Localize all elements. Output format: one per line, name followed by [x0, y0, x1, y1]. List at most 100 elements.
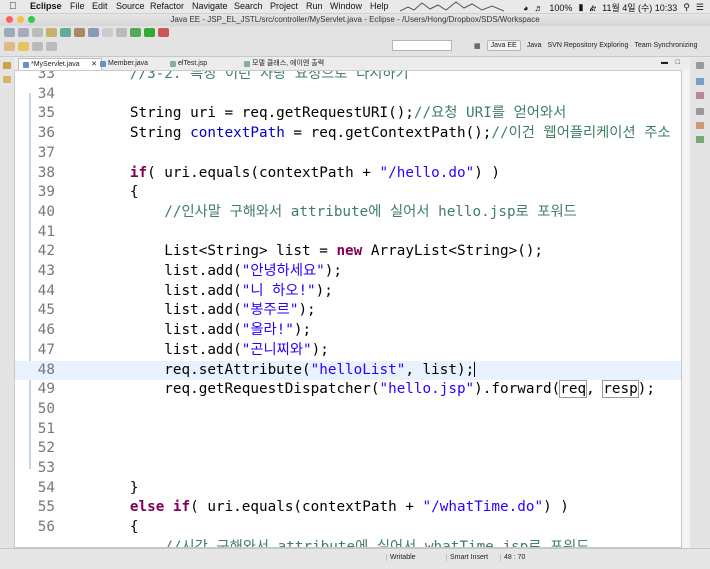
input-source-icon[interactable]: ᎈ: [589, 2, 596, 14]
editor-tabs: *MyServlet.java ✕ Member.java elTest.jsp…: [14, 58, 682, 70]
save-all-icon[interactable]: [32, 28, 43, 37]
restore-bottom-icon[interactable]: [696, 108, 704, 115]
back-icon[interactable]: [32, 42, 43, 51]
code-line[interactable]: 55 else if( uri.equals(contextPath + "/w…: [15, 498, 681, 517]
markers-view-icon[interactable]: [696, 122, 704, 129]
perspective-team-sync[interactable]: Team Synchronizing: [634, 42, 697, 49]
code-token: "곤니찌와": [241, 341, 312, 358]
code-line[interactable]: 35 String uri = req.getRequestURI();//요청…: [15, 104, 681, 123]
code-line[interactable]: 53: [15, 459, 681, 478]
code-line[interactable]: 45 list.add("봉주르");: [15, 301, 681, 320]
code-line[interactable]: 47 list.add("곤니찌와");: [15, 341, 681, 360]
code-line[interactable]: 51: [15, 420, 681, 439]
code-token: "안녕하세요": [241, 263, 325, 279]
code-token: "helloList": [310, 361, 406, 378]
window-titlebar: Java EE - JSP_EL_JSTL/src/controller/MyS…: [0, 14, 710, 26]
code-line[interactable]: 56 {: [15, 518, 681, 537]
folder-icon[interactable]: [18, 42, 29, 51]
volume-icon[interactable]: ♬: [534, 3, 543, 13]
apple-menu-icon[interactable]: : [9, 1, 17, 12]
code-token: list.add(: [61, 282, 242, 299]
search-icon[interactable]: [88, 28, 99, 37]
code-line[interactable]: 36 String contextPath = req.getContextPa…: [15, 124, 681, 143]
menu-window[interactable]: Window: [330, 1, 362, 11]
tab-eltest[interactable]: elTest.jsp: [166, 58, 211, 69]
menu-search[interactable]: Search: [234, 1, 263, 11]
menu-run[interactable]: Run: [306, 1, 323, 11]
quick-access-input[interactable]: [392, 40, 452, 51]
code-line[interactable]: 34: [15, 85, 681, 104]
servers-view-icon[interactable]: [696, 136, 704, 143]
open-type-icon[interactable]: [74, 28, 85, 37]
code-line[interactable]: 50: [15, 400, 681, 419]
menu-file[interactable]: File: [70, 1, 85, 11]
code-line[interactable]: 44 list.add("니 하오!");: [15, 282, 681, 301]
tab-model-class[interactable]: 모델 클래스, 에이엔 출력: [240, 58, 328, 69]
code-line[interactable]: 37: [15, 144, 681, 163]
menu-source[interactable]: Source: [116, 1, 145, 11]
outline-view-icon[interactable]: [696, 78, 704, 85]
tab-myservlet[interactable]: *MyServlet.java ✕: [18, 58, 102, 70]
line-number: 33: [37, 70, 55, 82]
menu-project[interactable]: Project: [270, 1, 298, 11]
notification-icon[interactable]: ☰: [696, 2, 704, 13]
code-line[interactable]: 48 req.setAttribute("helloList", list);: [15, 360, 681, 380]
menu-refactor[interactable]: Refactor: [150, 1, 184, 11]
debug-icon[interactable]: [130, 28, 141, 37]
restore-icon[interactable]: [696, 62, 704, 69]
code-line[interactable]: 41: [15, 223, 681, 242]
code-editor[interactable]: 33 //3-2. 특정 이런 사랑 요청으로 다시하기 34 35 String …: [14, 70, 682, 548]
restore-view-icon[interactable]: [3, 62, 11, 69]
code-token: list.add(: [61, 263, 242, 279]
menu-navigate[interactable]: Navigate: [192, 1, 228, 11]
line-code: String uri = req.getRequestURI();//요청 UR…: [61, 104, 566, 123]
line-code: List<String> list = new ArrayList<String…: [61, 242, 543, 261]
toggle-mark-icon[interactable]: [102, 28, 113, 37]
code-token: {: [61, 519, 139, 536]
build-icon[interactable]: [46, 28, 57, 37]
menu-help[interactable]: Help: [370, 1, 389, 11]
code-line[interactable]: 40 //인사말 구해와서 attribute에 실어서 hello.jsp로 …: [15, 203, 681, 222]
code-token: "hello.jsp": [379, 381, 475, 398]
maximize-editor-icon[interactable]: □: [676, 59, 680, 66]
line-number: 52: [37, 440, 55, 457]
save-icon[interactable]: [18, 28, 29, 37]
wifi-icon[interactable]: ◕: [523, 3, 528, 13]
code-token: //요청 URI를 얻어와서: [413, 105, 567, 122]
annotation-icon[interactable]: [4, 42, 15, 51]
code-line[interactable]: 52: [15, 439, 681, 458]
code-line[interactable]: 42 List<String> list = new ArrayList<Str…: [15, 242, 681, 261]
code-token: //3-2. 특정 이런 사랑 요청으로 다시하기: [61, 70, 409, 82]
run-icon[interactable]: [144, 28, 155, 37]
code-line[interactable]: 46 list.add("올라!");: [15, 321, 681, 340]
clock[interactable]: 11월 4일 (수) 10:33: [602, 1, 677, 14]
battery-icon[interactable]: ▮: [578, 2, 583, 13]
tab-member[interactable]: Member.java: [96, 58, 152, 69]
perspective-svn[interactable]: SVN Repository Exploring: [548, 42, 629, 49]
step-icon[interactable]: [116, 28, 127, 37]
perspective-java-ee[interactable]: Java EE: [486, 40, 521, 51]
code-token: if: [172, 499, 191, 516]
external-tools-icon[interactable]: [158, 28, 169, 37]
app-name[interactable]: Eclipse: [30, 1, 62, 11]
server-icon[interactable]: [60, 28, 71, 37]
code-line[interactable]: 33 //3-2. 특정 이런 사랑 요청으로 다시하기: [15, 70, 681, 84]
overview-ruler[interactable]: [682, 70, 690, 548]
new-icon[interactable]: [4, 28, 15, 37]
minimize-editor-icon[interactable]: ▬: [661, 59, 668, 66]
code-line[interactable]: 54 }: [15, 479, 681, 498]
code-line[interactable]: 38 if( uri.equals(contextPath + "/hello.…: [15, 164, 681, 183]
code-token: "봉주르": [241, 302, 299, 319]
menu-edit[interactable]: Edit: [92, 1, 108, 11]
code-token: );: [315, 282, 333, 299]
code-line[interactable]: //시간 구해와서 attribute에 실어서 whatTime.jsp로 포…: [15, 538, 681, 547]
task-list-icon[interactable]: [696, 92, 704, 99]
forward-icon[interactable]: [46, 42, 57, 51]
code-line[interactable]: 49 req.getRequestDispatcher("hello.jsp")…: [15, 380, 681, 399]
open-perspective-icon[interactable]: ▦: [474, 42, 481, 50]
spotlight-icon[interactable]: ⚲: [683, 2, 690, 13]
code-line[interactable]: 39 {: [15, 183, 681, 202]
package-explorer-icon[interactable]: [3, 76, 11, 83]
perspective-java[interactable]: Java: [527, 42, 542, 49]
code-line[interactable]: 43 list.add("안녕하세요");: [15, 262, 681, 281]
